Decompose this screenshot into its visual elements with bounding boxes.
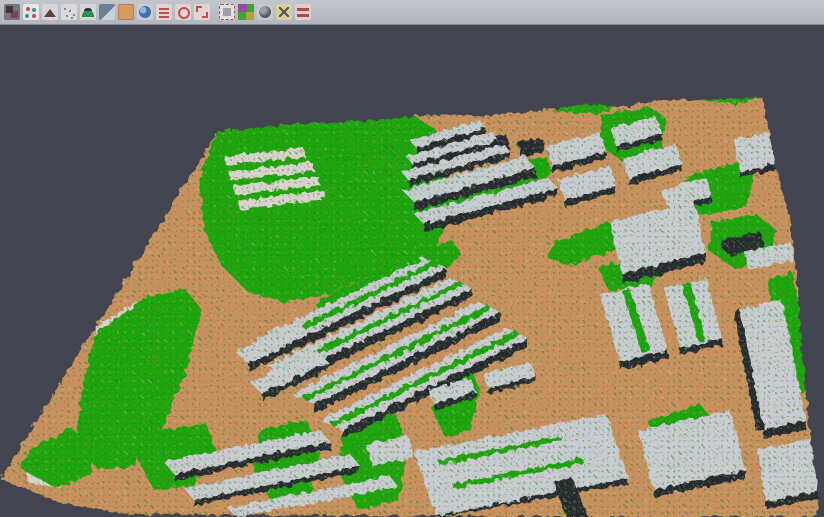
terrain-model-icon[interactable] xyxy=(42,4,58,20)
profile-lines-icon[interactable] xyxy=(295,4,311,20)
render-sphere-icon[interactable] xyxy=(257,4,273,20)
sparse-points-icon[interactable] xyxy=(61,4,77,20)
classify-colors-icon[interactable] xyxy=(238,4,254,20)
target-icon[interactable] xyxy=(175,4,191,20)
vegetation-class-icon[interactable] xyxy=(80,4,96,20)
measure-tool-icon[interactable] xyxy=(276,4,292,20)
clip-box-icon[interactable] xyxy=(219,4,235,20)
registration-points-icon[interactable] xyxy=(23,4,39,20)
application-window xyxy=(0,0,824,517)
3d-viewport[interactable] xyxy=(0,25,824,517)
scene-svg xyxy=(0,25,824,517)
ortho-tile-icon[interactable] xyxy=(118,4,134,20)
toolbar-separator xyxy=(211,4,217,20)
globe-icon[interactable] xyxy=(137,4,153,20)
cross-section-icon[interactable] xyxy=(99,4,115,20)
main-toolbar xyxy=(0,0,824,25)
select-region-icon[interactable] xyxy=(194,4,210,20)
mesh-dark-icon[interactable] xyxy=(4,4,20,20)
report-list-icon[interactable] xyxy=(156,4,172,20)
